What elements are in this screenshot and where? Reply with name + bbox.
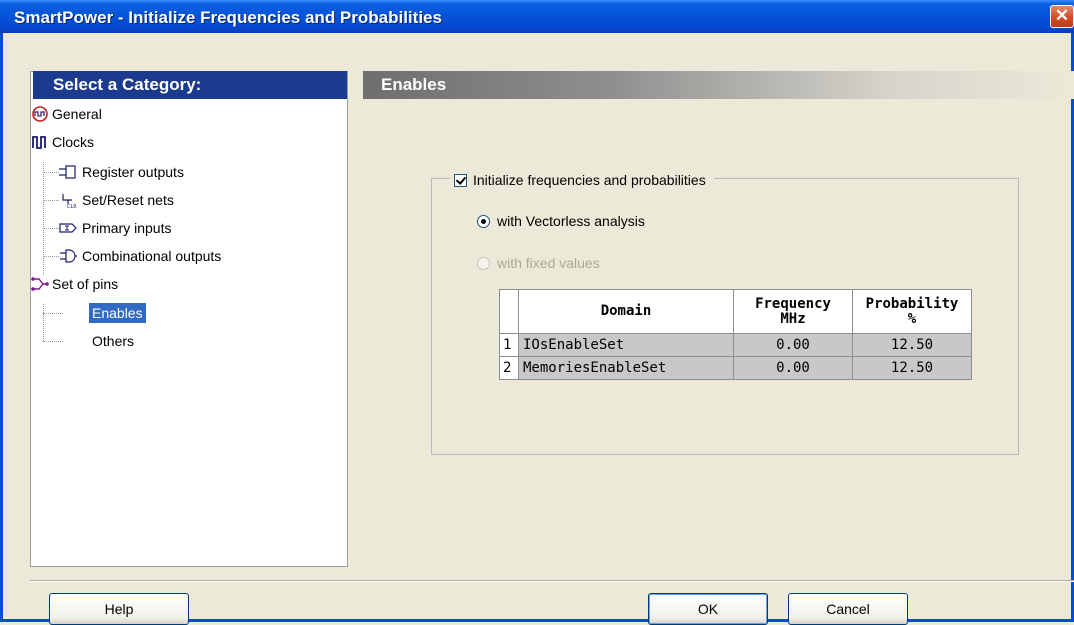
ok-button[interactable]: OK xyxy=(648,593,768,625)
sidebar-item-label: Set of pins xyxy=(52,276,119,292)
sidebar-item-general[interactable]: General xyxy=(32,104,105,124)
probability-column-header[interactable]: Probability % xyxy=(852,289,972,334)
footer-separator xyxy=(30,580,1074,582)
sidebar-item-label: Combinational outputs xyxy=(82,248,222,264)
table-row[interactable]: 1 IOsEnableSet 0.00 12.50 xyxy=(499,333,972,357)
domain-cell[interactable]: IOsEnableSet xyxy=(518,333,734,357)
clocks-icon xyxy=(32,136,46,149)
sidebar-item-label: Clocks xyxy=(52,134,95,150)
radio-fixed-values[interactable]: with fixed values xyxy=(477,253,600,273)
sidebar-item-label: General xyxy=(52,106,102,122)
table-header-row: Domain Frequency MHz Probability % xyxy=(499,289,972,334)
cancel-button[interactable]: Cancel xyxy=(788,593,908,625)
domain-cell[interactable]: MemoriesEnableSet xyxy=(518,356,734,380)
frequency-cell[interactable]: 0.00 xyxy=(733,333,853,357)
radio-vectorless-label: with Vectorless analysis xyxy=(497,213,645,229)
probability-header-line2: % xyxy=(907,310,917,327)
table-row[interactable]: 2 MemoriesEnableSet 0.00 12.50 xyxy=(499,356,972,380)
sidebar-item-set-reset-nets[interactable]: CLR Set/Reset nets xyxy=(59,190,177,210)
dialog-window: SmartPower - Initialize Frequencies and … xyxy=(0,0,1074,625)
window-title: SmartPower - Initialize Frequencies and … xyxy=(14,8,442,27)
row-number: 1 xyxy=(499,333,519,357)
radio-selected-icon[interactable] xyxy=(477,215,490,228)
radio-unselected-icon[interactable] xyxy=(477,257,490,270)
tree-line xyxy=(43,341,63,342)
sidebar-item-label: Set/Reset nets xyxy=(82,192,174,208)
init-checkbox[interactable]: Initialize frequencies and probabilities xyxy=(450,170,714,190)
tree-line xyxy=(43,228,59,229)
tree-line xyxy=(43,256,59,257)
frequency-header-line2: MHz xyxy=(780,310,806,327)
sidebar-item-primary-inputs[interactable]: Primary inputs xyxy=(59,218,174,238)
sidebar-item-set-of-pins[interactable]: Set of pins xyxy=(31,274,121,294)
pins-icon xyxy=(31,277,49,291)
input-icon xyxy=(59,223,77,233)
tree-line xyxy=(43,172,59,173)
register-icon xyxy=(59,165,76,179)
help-button[interactable]: Help xyxy=(49,593,189,625)
probability-cell[interactable]: 12.50 xyxy=(852,356,972,380)
row-number: 2 xyxy=(499,356,519,380)
general-icon xyxy=(32,106,48,122)
sidebar-item-combinational-outputs[interactable]: Combinational outputs xyxy=(59,246,224,266)
tree-line xyxy=(43,304,44,341)
row-number-header xyxy=(499,289,519,334)
domain-column-header[interactable]: Domain xyxy=(518,289,734,334)
tree-line xyxy=(43,313,63,314)
svg-text:CLR: CLR xyxy=(67,204,77,208)
category-header: Select a Category: xyxy=(33,71,347,99)
sidebar-item-others[interactable]: Others xyxy=(89,331,137,351)
tree-line xyxy=(43,162,44,275)
frequency-cell[interactable]: 0.00 xyxy=(733,356,853,380)
sidebar-item-label: Others xyxy=(92,333,135,349)
domain-table[interactable]: Domain Frequency MHz Probability % 1 IOs… xyxy=(499,289,972,380)
radio-vectorless[interactable]: with Vectorless analysis xyxy=(477,211,645,231)
probability-header-line1: Probability xyxy=(865,295,959,312)
tree-line xyxy=(43,200,59,201)
checkbox-checked-icon[interactable] xyxy=(454,174,467,187)
sidebar-item-label: Register outputs xyxy=(82,164,184,180)
init-checkbox-label: Initialize frequencies and probabilities xyxy=(473,172,706,188)
frequency-header-line1: Frequency xyxy=(755,295,831,312)
radio-fixed-label: with fixed values xyxy=(497,255,600,271)
sidebar-item-enables[interactable]: Enables xyxy=(89,303,146,323)
frequency-column-header[interactable]: Frequency MHz xyxy=(733,289,853,334)
sidebar-item-label: Primary inputs xyxy=(82,220,172,236)
combinational-icon xyxy=(60,249,77,263)
sidebar-item-label: Enables xyxy=(89,303,146,323)
probability-cell[interactable]: 12.50 xyxy=(852,333,972,357)
setreset-icon: CLR xyxy=(62,194,77,208)
sidebar-item-register-outputs[interactable]: Register outputs xyxy=(59,162,187,182)
sidebar-item-clocks[interactable]: Clocks xyxy=(32,132,97,152)
section-header: Enables xyxy=(363,71,1074,99)
close-button[interactable]: ✕ xyxy=(1050,5,1074,28)
title-bar[interactable]: SmartPower - Initialize Frequencies and … xyxy=(0,0,1074,33)
